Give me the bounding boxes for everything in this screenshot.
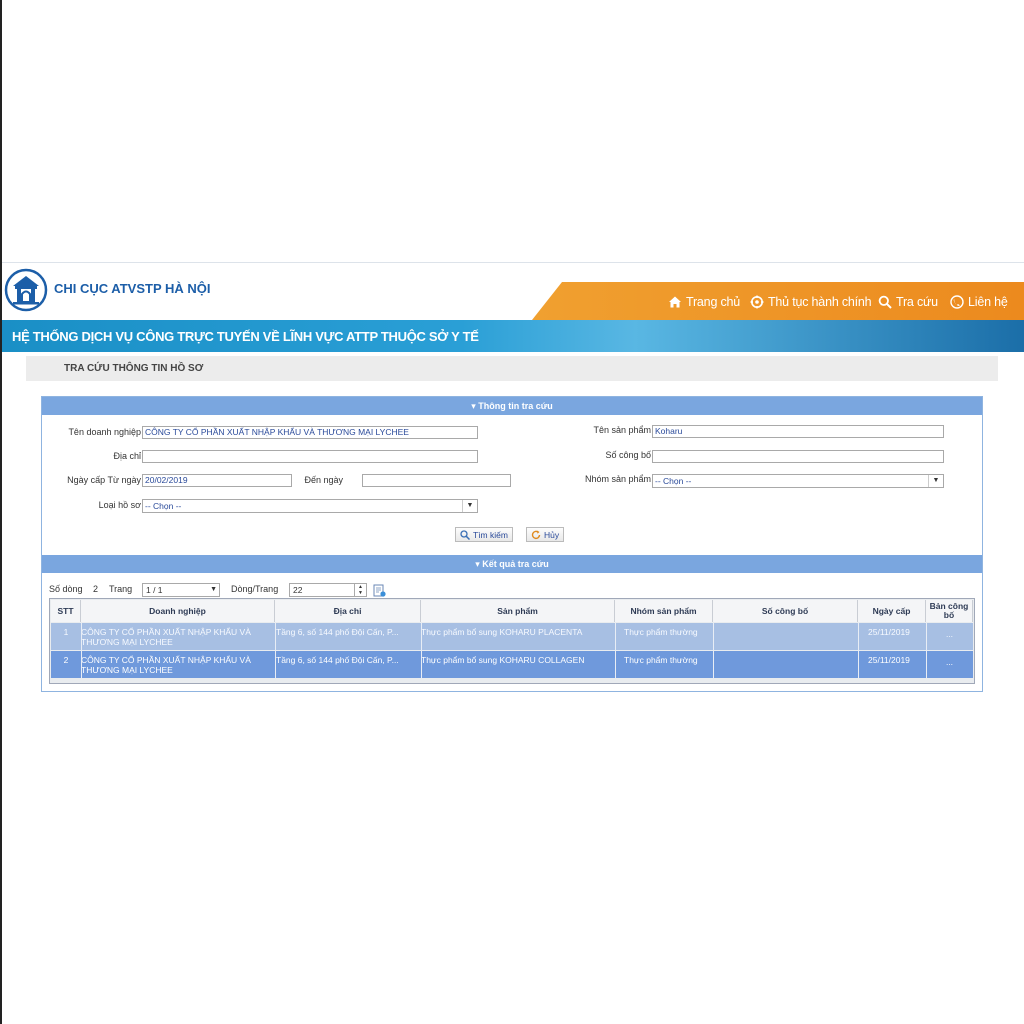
magnifier-icon bbox=[460, 529, 470, 540]
header-divider bbox=[2, 262, 1024, 263]
column-header-announce-no[interactable]: Số công bố bbox=[713, 600, 858, 622]
cell-product-group: Thực phẩm thường bbox=[624, 627, 698, 637]
chevron-down-icon[interactable]: ▼ bbox=[210, 584, 217, 596]
nav-contact[interactable]: Liên hệ bbox=[950, 295, 1008, 309]
column-header-product-group[interactable]: Nhóm sản phẩm bbox=[615, 600, 713, 622]
cell-product: Thực phẩm bổ sung KOHARU PLACENTA bbox=[421, 627, 583, 637]
search-section-header[interactable]: ▾ Thông tin tra cứu bbox=[42, 397, 982, 415]
doc-type-label: Loại hồ sơ bbox=[98, 500, 141, 510]
page-label: Trang bbox=[109, 584, 133, 594]
cell-address: Tầng 6, số 144 phố Đội Cấn, P... bbox=[276, 627, 399, 637]
nav-contact-label: Liên hệ bbox=[968, 295, 1008, 309]
address-label: Địa chỉ bbox=[113, 451, 141, 461]
column-header-product[interactable]: Sản phẩm bbox=[421, 600, 615, 622]
cell-company-line2: THƯƠNG MẠI LYCHEE bbox=[81, 637, 173, 647]
row-count-label: Số dòng bbox=[49, 584, 83, 594]
rows-per-page-stepper[interactable]: 22 ▲ ▼ bbox=[289, 583, 367, 597]
date-from-input[interactable]: 20/02/2019 bbox=[142, 474, 292, 487]
column-header-date[interactable]: Ngày cấp bbox=[858, 600, 926, 622]
column-divider bbox=[926, 623, 927, 678]
results-section-header[interactable]: ▾ Kết quả tra cứu bbox=[42, 555, 982, 573]
column-divider bbox=[81, 623, 82, 678]
date-from-label: Ngày cấp Từ ngày bbox=[67, 475, 141, 485]
page-title: TRA CỨU THÔNG TIN HỒ SƠ bbox=[64, 363, 204, 374]
search-button[interactable]: Tìm kiếm bbox=[455, 527, 513, 542]
phone-icon bbox=[950, 295, 964, 309]
logo-icon bbox=[4, 268, 48, 312]
gear-icon bbox=[750, 295, 764, 309]
product-group-value: -- Chọn -- bbox=[655, 476, 692, 486]
export-icon[interactable] bbox=[373, 584, 386, 597]
doc-type-value: -- Chọn -- bbox=[145, 501, 182, 511]
spinner-icon[interactable]: ▲ ▼ bbox=[354, 584, 366, 596]
rows-per-page-label: Dòng/Trang bbox=[231, 584, 279, 594]
search-icon bbox=[878, 295, 892, 309]
results-section-title: Kết quả tra cứu bbox=[482, 559, 549, 569]
cell-address: Tầng 6, số 144 phố Đội Cấn, P... bbox=[276, 655, 399, 665]
search-button-label: Tìm kiếm bbox=[473, 529, 508, 540]
cell-company-line2: THƯƠNG MẠI LYCHEE bbox=[81, 665, 173, 675]
nav-home-label: Trang chủ bbox=[686, 295, 741, 309]
product-group-select[interactable]: -- Chọn -- ▼ bbox=[652, 474, 944, 488]
cell-stt: 1 bbox=[63, 627, 69, 637]
search-section-title: Thông tin tra cứu bbox=[478, 401, 553, 411]
page-select[interactable]: 1 / 1 ▼ bbox=[142, 583, 220, 597]
column-divider bbox=[713, 623, 714, 678]
nav-home[interactable]: Trang chủ bbox=[668, 295, 740, 309]
company-label: Tên doanh nghiệp bbox=[68, 427, 141, 437]
table-row[interactable]: 1 CÔNG TY CỔ PHẦN XUẤT NHẬP KHẨU VÀ THƯƠ… bbox=[51, 623, 973, 650]
cell-product: Thực phẩm bổ sung KOHARU COLLAGEN bbox=[421, 655, 585, 665]
page: CHI CỤC ATVSTP HÀ NỘI Trang chủ Thủ tục … bbox=[0, 0, 1024, 1024]
announce-no-label: Số công bố bbox=[605, 450, 651, 460]
cell-company-line1: CÔNG TY CỔ PHẦN XUẤT NHẬP KHẨU VÀ bbox=[81, 655, 251, 665]
product-input[interactable]: Koharu bbox=[652, 425, 944, 438]
column-divider bbox=[275, 623, 276, 678]
cell-product-group: Thực phẩm thường bbox=[624, 655, 698, 665]
column-header-stt[interactable]: STT bbox=[51, 600, 81, 622]
announce-no-input[interactable] bbox=[652, 450, 944, 463]
banner-title: HỆ THỐNG DỊCH VỤ CÔNG TRỰC TUYẾN VỀ LĨNH… bbox=[12, 329, 479, 344]
table-row[interactable]: 2 CÔNG TY CỔ PHẦN XUẤT NHẬP KHẨU VÀ THƯƠ… bbox=[51, 651, 973, 678]
column-divider bbox=[421, 623, 422, 678]
column-header-company[interactable]: Doanh nghiệp bbox=[81, 600, 275, 622]
cancel-button-label: Hủy bbox=[544, 529, 560, 540]
column-header-document[interactable]: Bản công bố bbox=[926, 600, 973, 622]
refresh-icon bbox=[531, 530, 541, 539]
company-input[interactable]: CÔNG TY CỔ PHẦN XUẤT NHẬP KHẨU VÀ THƯƠNG… bbox=[142, 426, 478, 439]
chevron-down-icon[interactable]: ▼ bbox=[462, 500, 477, 512]
product-group-label: Nhóm sản phẩm bbox=[584, 474, 651, 484]
row-count-value: 2 bbox=[93, 584, 99, 594]
cell-company-line1: CÔNG TY CỔ PHẦN XUẤT NHẬP KHẨU VÀ bbox=[81, 627, 251, 637]
nav-lookup[interactable]: Tra cứu bbox=[878, 295, 938, 309]
column-divider bbox=[615, 623, 616, 678]
cancel-button[interactable]: Hủy bbox=[526, 527, 565, 542]
column-header-address[interactable]: Địa chỉ bbox=[275, 600, 421, 622]
home-icon bbox=[669, 296, 681, 308]
rows-per-page-value: 22 bbox=[293, 585, 303, 595]
date-to-label: Đến ngày bbox=[304, 475, 343, 485]
cell-document-link[interactable]: ... bbox=[926, 657, 973, 667]
chevron-down-icon[interactable]: ▼ bbox=[928, 475, 943, 487]
doc-type-select[interactable]: -- Chọn -- ▼ bbox=[142, 499, 478, 513]
site-name[interactable]: CHI CỤC ATVSTP HÀ NỘI bbox=[54, 281, 211, 296]
cell-document-link[interactable]: ... bbox=[926, 629, 973, 639]
product-label: Tên sản phẩm bbox=[593, 425, 651, 435]
column-divider bbox=[858, 623, 859, 678]
nav-procedures[interactable]: Thủ tục hành chính bbox=[750, 295, 872, 309]
cell-stt: 2 bbox=[63, 655, 69, 665]
nav-lookup-label: Tra cứu bbox=[896, 295, 938, 309]
date-to-input[interactable] bbox=[362, 474, 511, 487]
page-select-value: 1 / 1 bbox=[146, 585, 163, 595]
nav-procedures-label: Thủ tục hành chính bbox=[768, 295, 872, 309]
address-input[interactable] bbox=[142, 450, 478, 463]
